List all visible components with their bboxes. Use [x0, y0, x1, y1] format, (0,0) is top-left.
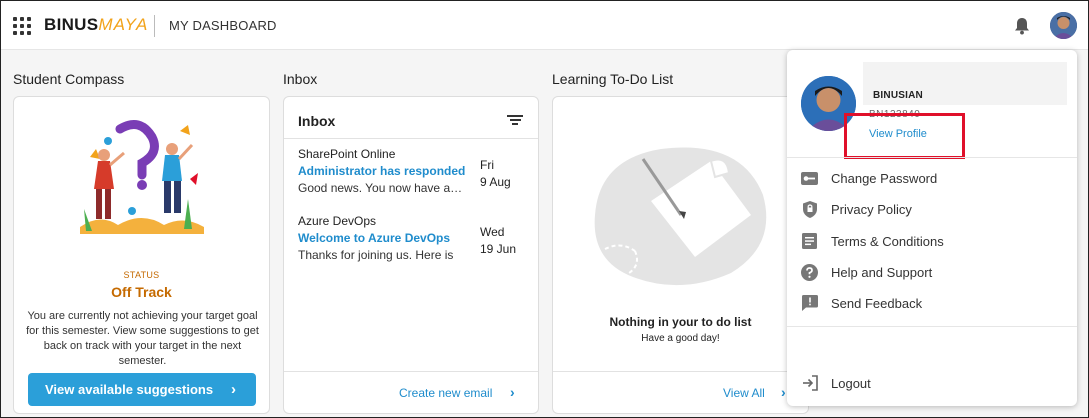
message-preview: Good news. You now have access [298, 181, 466, 195]
view-suggestions-button[interactable]: View available suggestions › [28, 373, 256, 406]
message-subject: Administrator has responded [298, 164, 466, 178]
chevron-right-icon[interactable]: › [781, 384, 786, 400]
logout-icon [801, 375, 818, 392]
help-icon [801, 263, 818, 281]
message-preview: Thanks for joining us. Here is [298, 248, 454, 262]
status-label: STATUS [123, 270, 160, 280]
chevron-right-icon[interactable]: › [510, 384, 515, 400]
binusmaya-logo[interactable]: BINUSMAYA [44, 15, 148, 35]
feedback-icon [801, 295, 818, 312]
inbox-title: Inbox [283, 71, 318, 87]
page-title: MY DASHBOARD [169, 18, 277, 33]
message-date: Fri 9 Aug [480, 157, 511, 191]
profile-role: BINUSIAN [873, 90, 923, 101]
message-date: Wed 19 Jun [480, 224, 516, 258]
menu-item-logout[interactable]: Logout [801, 372, 1061, 394]
dropdown-divider [787, 157, 1077, 158]
inbox-header-title: Inbox [298, 113, 336, 129]
document-icon [801, 233, 818, 250]
menu-item-terms-conditions[interactable]: Terms & Conditions [801, 230, 1061, 252]
top-bar: BINUSMAYA MY DASHBOARD [1, 1, 1088, 50]
shield-icon [801, 200, 818, 218]
inbox-message[interactable]: Azure DevOps Welcome to Azure DevOps Tha… [298, 214, 528, 262]
menu-item-label: Terms & Conditions [831, 233, 944, 249]
logo-primary-text: BINUS [44, 15, 99, 34]
todo-footer: View All › [553, 371, 808, 413]
view-suggestions-label: View available suggestions [45, 382, 214, 397]
dashboard-window: BINUSMAYA MY DASHBOARD Student Compass I… [0, 0, 1089, 418]
dropdown-divider [787, 326, 1077, 327]
students-illustration-icon [80, 120, 204, 234]
message-day: Fri [480, 158, 494, 172]
app-grid-icon[interactable] [13, 17, 31, 35]
todo-card: Nothing in your to do list Have a good d… [552, 96, 809, 414]
menu-item-help-support[interactable]: Help and Support [801, 261, 1061, 283]
inbox-card: Inbox SharePoint Online Administrator ha… [283, 96, 539, 414]
profile-dropdown: BINUSIAN BN123840 View Profile Change Pa… [787, 50, 1077, 406]
menu-item-send-feedback[interactable]: Send Feedback [801, 292, 1061, 314]
inbox-header: Inbox [284, 97, 538, 139]
menu-item-change-password[interactable]: Change Password [801, 167, 1061, 189]
logo-secondary-text: MAYA [98, 15, 149, 34]
menu-item-label: Privacy Policy [831, 201, 912, 217]
todo-empty-subtitle: Have a good day! [641, 333, 720, 344]
highlight-box [844, 113, 965, 159]
status-description: You are currently not achieving your tar… [26, 310, 259, 367]
message-subject: Welcome to Azure DevOps [298, 231, 451, 245]
menu-item-label: Send Feedback [831, 295, 923, 311]
menu-item-label: Help and Support [831, 264, 933, 280]
empty-notepad-icon [594, 147, 767, 286]
todo-empty-title: Nothing in your to do list [609, 315, 752, 329]
create-new-email-link[interactable]: Create new email [399, 386, 492, 400]
message-date-value: 19 Jun [480, 242, 517, 256]
logout-label: Logout [831, 375, 871, 391]
filter-icon[interactable] [507, 115, 523, 126]
status-value: Off Track [111, 284, 172, 300]
menu-item-privacy-policy[interactable]: Privacy Policy [801, 198, 1061, 220]
message-date-value: 9 Aug [480, 175, 511, 189]
message-day: Wed [480, 225, 505, 239]
user-avatar[interactable] [1050, 12, 1077, 39]
key-icon [801, 170, 818, 187]
inbox-message[interactable]: SharePoint Online Administrator has resp… [298, 147, 528, 195]
menu-item-label: Change Password [831, 170, 938, 186]
student-compass-card: STATUS Off Track You are currently not a… [13, 96, 270, 414]
inbox-footer: Create new email › [284, 371, 538, 413]
bell-icon[interactable] [1014, 17, 1030, 35]
header-divider [154, 15, 155, 37]
chevron-right-icon: › [231, 381, 236, 398]
view-all-link[interactable]: View All [723, 386, 765, 400]
todo-title: Learning To-Do List [552, 71, 674, 87]
student-compass-title: Student Compass [13, 71, 125, 87]
